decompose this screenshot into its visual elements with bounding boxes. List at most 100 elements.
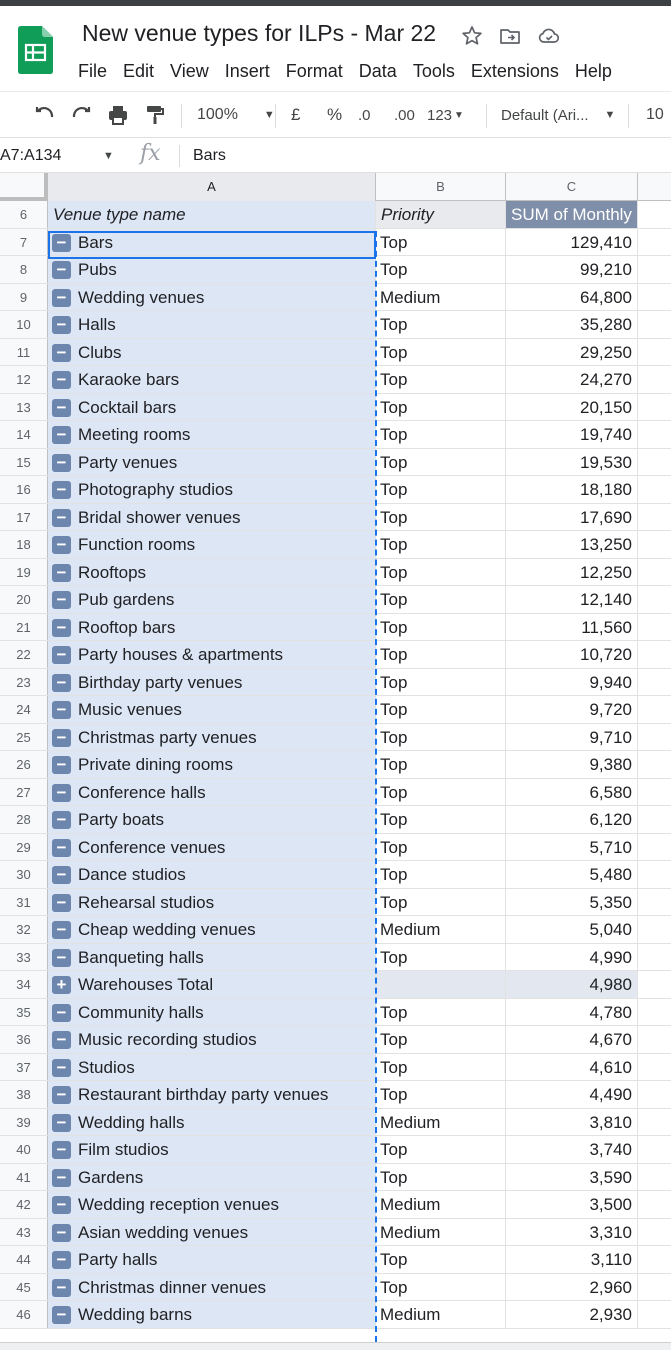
collapse-minus-icon[interactable]: − [52, 233, 71, 252]
font-family-select[interactable]: Default (Ari... ▼ [501, 92, 615, 138]
collapse-minus-icon[interactable]: − [52, 453, 71, 472]
cell-d[interactable] [638, 476, 671, 503]
collapse-minus-icon[interactable]: − [52, 921, 71, 939]
priority-cell[interactable]: Top [376, 448, 506, 475]
venue-type-cell[interactable]: − Function rooms [48, 531, 376, 558]
row-number[interactable]: 10 [0, 311, 48, 338]
collapse-minus-icon[interactable]: − [52, 1196, 71, 1214]
sum-monthly-cell[interactable]: 129,410 [506, 228, 638, 255]
venue-type-cell[interactable]: − Party halls [48, 1246, 376, 1273]
venue-type-cell[interactable]: − Christmas dinner venues [48, 1273, 376, 1300]
font-size-select[interactable]: 10 [646, 92, 664, 138]
cell-d[interactable] [638, 1219, 671, 1246]
increase-decimals-button[interactable]: .00 [394, 92, 415, 138]
priority-cell[interactable]: Medium [376, 916, 506, 943]
decrease-decimals-button[interactable]: .0 [358, 92, 371, 138]
priority-cell[interactable]: Top [376, 613, 506, 640]
cell-d[interactable] [638, 971, 671, 998]
collapse-minus-icon[interactable]: − [52, 371, 71, 389]
cell-d[interactable] [638, 1191, 671, 1218]
priority-cell[interactable]: Medium [376, 1218, 506, 1245]
priority-cell[interactable]: Top [376, 338, 506, 365]
collapse-minus-icon[interactable]: − [52, 646, 71, 664]
priority-cell[interactable]: Top [376, 1053, 506, 1080]
row-number[interactable]: 33 [0, 943, 48, 970]
venue-type-cell[interactable]: − Rooftop bars [48, 613, 376, 640]
sum-monthly-cell[interactable]: 12,250 [506, 558, 638, 585]
sum-monthly-cell[interactable]: 2,960 [506, 1273, 638, 1300]
sum-monthly-cell[interactable]: 5,710 [506, 833, 638, 860]
cell-d[interactable] [638, 201, 671, 228]
priority-cell[interactable]: Top [376, 393, 506, 420]
sum-monthly-cell[interactable]: 9,380 [506, 751, 638, 778]
venue-type-cell[interactable]: − Restaurant birthday party venues [48, 1081, 376, 1108]
venue-type-cell[interactable]: − Wedding barns [48, 1301, 376, 1328]
cell-d[interactable] [638, 1164, 671, 1191]
star-icon[interactable] [460, 24, 484, 48]
sum-monthly-cell[interactable]: 3,310 [506, 1218, 638, 1245]
collapse-minus-icon[interactable]: − [52, 1058, 71, 1077]
priority-cell[interactable]: Top [376, 228, 506, 255]
row-number[interactable]: 28 [0, 806, 48, 833]
collapse-minus-icon[interactable]: − [52, 1306, 71, 1324]
venue-type-cell[interactable]: − Film studios [48, 1136, 376, 1163]
venue-type-cell[interactable]: − Party houses & apartments [48, 641, 376, 668]
sum-monthly-cell[interactable]: 5,480 [506, 861, 638, 888]
venue-type-cell[interactable]: − Party boats [48, 806, 376, 833]
priority-cell[interactable]: Top [376, 1026, 506, 1053]
venue-type-cell[interactable]: + Warehouses Total [48, 971, 376, 998]
cell-d[interactable] [638, 394, 671, 421]
sum-monthly-cell[interactable]: 6,580 [506, 778, 638, 805]
collapse-minus-icon[interactable]: − [52, 1251, 71, 1269]
row-number[interactable]: 36 [0, 1026, 48, 1053]
cloud-saved-icon[interactable] [537, 24, 561, 48]
priority-cell[interactable]: Top [376, 1273, 506, 1300]
header-venue-type[interactable]: Venue type name [48, 201, 376, 228]
venue-type-cell[interactable]: − Meeting rooms [48, 421, 376, 448]
venue-type-cell[interactable]: − Dance studios [48, 861, 376, 888]
sum-monthly-cell[interactable]: 12,140 [506, 586, 638, 613]
venue-type-cell[interactable]: − Party venues [48, 448, 376, 475]
venue-type-cell[interactable]: − Karaoke bars [48, 366, 376, 393]
sum-monthly-cell[interactable]: 4,990 [506, 943, 638, 970]
row-number[interactable]: 44 [0, 1246, 48, 1273]
collapse-minus-icon[interactable]: − [52, 591, 71, 609]
cell-d[interactable] [638, 1136, 671, 1163]
collapse-minus-icon[interactable]: − [52, 1003, 71, 1022]
cell-d[interactable] [638, 641, 671, 668]
row-number[interactable]: 30 [0, 861, 48, 888]
venue-type-cell[interactable]: − Bars [48, 228, 376, 255]
cell-d[interactable] [638, 531, 671, 558]
move-to-folder-icon[interactable] [498, 24, 522, 48]
sum-monthly-cell[interactable]: 3,810 [506, 1108, 638, 1135]
sum-monthly-cell[interactable]: 3,110 [506, 1246, 638, 1273]
priority-cell[interactable]: Top [376, 806, 506, 833]
priority-cell[interactable] [376, 971, 506, 998]
sum-monthly-cell[interactable]: 9,720 [506, 696, 638, 723]
row-number[interactable]: 6 [0, 201, 48, 228]
cell-d[interactable] [638, 256, 671, 283]
priority-cell[interactable]: Top [376, 311, 506, 338]
priority-cell[interactable]: Medium [376, 1108, 506, 1135]
row-number[interactable]: 41 [0, 1163, 48, 1190]
row-number[interactable]: 14 [0, 421, 48, 448]
venue-type-cell[interactable]: − Christmas party venues [48, 723, 376, 750]
sum-monthly-cell[interactable]: 5,040 [506, 916, 638, 943]
sum-monthly-cell[interactable]: 19,740 [506, 421, 638, 448]
priority-cell[interactable]: Top [376, 503, 506, 530]
cell-d[interactable] [638, 1301, 671, 1328]
row-number[interactable]: 26 [0, 751, 48, 778]
priority-cell[interactable]: Top [376, 558, 506, 585]
select-all-corner[interactable] [0, 173, 48, 201]
venue-type-cell[interactable]: − Banqueting halls [48, 943, 376, 970]
cell-d[interactable] [638, 614, 671, 641]
row-number[interactable]: 45 [0, 1273, 48, 1300]
priority-cell[interactable]: Top [376, 1136, 506, 1163]
collapse-minus-icon[interactable]: − [52, 756, 71, 774]
sum-monthly-cell[interactable]: 19,530 [506, 448, 638, 475]
cell-d[interactable] [638, 806, 671, 833]
venue-type-cell[interactable]: − Conference halls [48, 778, 376, 805]
row-number[interactable]: 8 [0, 256, 48, 283]
venue-type-cell[interactable]: − Private dining rooms [48, 751, 376, 778]
cell-d[interactable] [638, 916, 671, 943]
